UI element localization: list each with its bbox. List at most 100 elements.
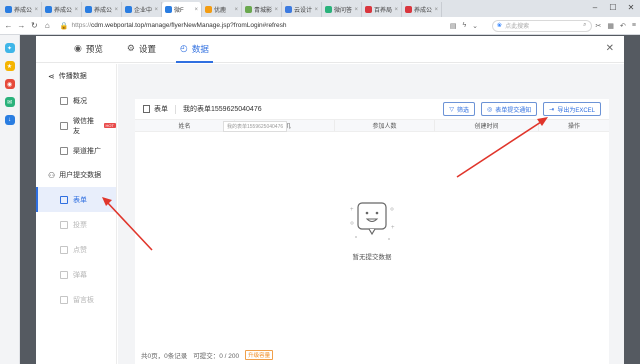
browser-tab[interactable]: 企业中 × bbox=[122, 2, 162, 17]
data-modal: ◉ 预览 ⚙ 设置 ◴ 数据 ✕ ⋖ 传播数据 概况 微信推友 HOT 渠道推广 bbox=[36, 36, 624, 364]
sidebar-item-form[interactable]: 表单 bbox=[36, 187, 116, 212]
search-icon[interactable]: ⌕ bbox=[583, 22, 586, 29]
dropdown-icon[interactable]: ⌄ bbox=[472, 22, 478, 30]
close-icon[interactable]: ✕ bbox=[606, 43, 614, 54]
tab-close-icon[interactable]: × bbox=[234, 7, 238, 13]
tab-close-icon[interactable]: × bbox=[354, 7, 358, 13]
browser-sidebar: ✦ ★ ◉ ✉ ↓ bbox=[0, 35, 20, 364]
cut-icon[interactable]: ✂ bbox=[596, 22, 602, 30]
close-window-icon[interactable]: ✕ bbox=[622, 0, 640, 14]
sidebar-item-wechat[interactable]: 微信推友 HOT bbox=[36, 113, 116, 138]
favicon-icon bbox=[85, 6, 92, 13]
tab-preview[interactable]: ◉ 预览 bbox=[62, 35, 115, 62]
table-header: 姓名 手机 参加人数 创建时间 操作 bbox=[135, 119, 609, 132]
favicon-icon bbox=[5, 6, 12, 13]
tab-close-icon[interactable]: × bbox=[74, 7, 78, 13]
sidebar-group-share: ⋖ 传播数据 bbox=[36, 64, 116, 88]
download-icon[interactable]: ↓ bbox=[4, 115, 15, 125]
export-excel-button[interactable]: ⇥ 导出为EXCEL bbox=[543, 102, 601, 116]
sidebar-group-label: 传播数据 bbox=[58, 73, 87, 80]
tab-close-icon[interactable]: × bbox=[114, 7, 118, 13]
tab-close-icon[interactable]: × bbox=[34, 7, 38, 13]
favicon-icon bbox=[285, 6, 292, 13]
tab-close-icon[interactable]: × bbox=[394, 7, 398, 13]
guestbook-icon bbox=[60, 295, 68, 304]
browser-tab[interactable]: 微问答 × bbox=[322, 2, 362, 17]
home-icon[interactable]: ⌂ bbox=[43, 21, 52, 30]
favicon-icon bbox=[365, 6, 372, 13]
column-name: 姓名 bbox=[135, 120, 235, 131]
tab-settings[interactable]: ⚙ 设置 bbox=[115, 35, 168, 62]
browser-tab[interactable]: 养成公 × bbox=[82, 2, 122, 17]
browser-tab[interactable]: 青城影 × bbox=[242, 2, 282, 17]
bookmark-icon[interactable]: ✦ bbox=[4, 43, 15, 53]
tab-data[interactable]: ◴ 数据 bbox=[168, 35, 221, 63]
grid-icon[interactable]: ▦ bbox=[607, 22, 614, 30]
eye-icon: ◉ bbox=[74, 43, 82, 53]
column-attendees: 参加人数 bbox=[335, 120, 435, 131]
tab-close-icon[interactable]: × bbox=[434, 7, 438, 13]
history-icon[interactable]: ↶ bbox=[620, 22, 626, 30]
tab-close-icon[interactable]: × bbox=[154, 7, 158, 13]
browser-tab[interactable]: 微F × bbox=[162, 2, 202, 17]
tab-settings-label: 设置 bbox=[138, 43, 156, 54]
star-icon[interactable]: ★ bbox=[4, 61, 15, 71]
sidebar-item-overview[interactable]: 概况 bbox=[36, 88, 116, 113]
notify-icon: ◎ bbox=[487, 106, 493, 113]
form-data-panel: 表单 我的表单1559625040476 ▽ 筛选 ◎ 表单提交通知 ⇥ 导出为… bbox=[135, 99, 609, 364]
sidebar-item-channel[interactable]: 渠道推广 bbox=[36, 138, 116, 163]
address-bar: ← → ↻ ⌂ 🔒 https://cdm.webportal.top/mana… bbox=[0, 17, 640, 35]
maximize-icon[interactable]: ☐ bbox=[604, 0, 622, 14]
tab-close-icon[interactable]: × bbox=[314, 7, 318, 13]
tab-close-icon[interactable]: × bbox=[274, 7, 278, 13]
browser-tab[interactable]: 养成公 × bbox=[402, 2, 442, 17]
upgrade-capacity-button[interactable]: 升级容量 bbox=[245, 350, 274, 360]
sidebar-item-label: 留言板 bbox=[73, 296, 94, 304]
browser-tab-label: 企业中 bbox=[134, 8, 153, 14]
sidebar-item-label: 渠道推广 bbox=[73, 147, 101, 155]
empty-chat-icon: + + bbox=[350, 202, 395, 240]
back-icon[interactable]: ← bbox=[4, 21, 13, 30]
sidebar-group-user: ⚇ 用户提交数据 bbox=[36, 163, 116, 187]
form-icon bbox=[60, 195, 68, 204]
notify-button-label: 表单提交通知 bbox=[495, 107, 532, 114]
favicon-icon bbox=[245, 6, 252, 13]
browser-tab[interactable]: 养成公 × bbox=[42, 2, 82, 17]
favicon-icon bbox=[45, 6, 52, 13]
reader-icon[interactable]: ▤ bbox=[450, 22, 457, 30]
weibo-icon[interactable]: ◉ bbox=[4, 79, 15, 89]
browser-tab-label: 养成公 bbox=[14, 8, 33, 14]
modal-header: ◉ 预览 ⚙ 设置 ◴ 数据 ✕ bbox=[36, 36, 624, 63]
mail-icon[interactable]: ✉ bbox=[4, 97, 15, 107]
sidebar-item-guestbook[interactable]: 留言板 bbox=[36, 287, 116, 312]
browser-tab-label: 云设计 bbox=[294, 8, 313, 14]
share-icon: ⋖ bbox=[48, 71, 55, 81]
sidebar-item-like[interactable]: 点赞 bbox=[36, 237, 116, 262]
url-field[interactable]: 🔒 https://cdm.webportal.top/manage/flyer… bbox=[60, 19, 440, 32]
browser-tab-label: 养成公 bbox=[54, 8, 73, 14]
bolt-icon[interactable]: ϟ bbox=[462, 22, 466, 30]
favicon-icon bbox=[165, 6, 172, 13]
sidebar-item-vote[interactable]: 投票 bbox=[36, 212, 116, 237]
chart-icon: ◴ bbox=[179, 43, 188, 53]
minimize-icon[interactable]: – bbox=[586, 0, 604, 14]
form-name[interactable]: 我的表单1559625040476 bbox=[183, 104, 262, 114]
gear-icon: ⚙ bbox=[126, 43, 135, 53]
menu-icon[interactable]: ≡ bbox=[632, 22, 636, 30]
favicon-icon bbox=[325, 6, 332, 13]
browser-tab[interactable]: 优鹿 × bbox=[202, 2, 242, 17]
filter-button[interactable]: ▽ 筛选 bbox=[443, 102, 476, 116]
browser-tab-label: 养成公 bbox=[94, 8, 113, 14]
notify-button[interactable]: ◎ 表单提交通知 bbox=[481, 102, 538, 116]
browser-tab-label: 百养局 bbox=[374, 8, 393, 14]
empty-state-text: 暂无提交数据 bbox=[352, 254, 392, 261]
forward-icon[interactable]: → bbox=[17, 21, 26, 30]
search-input[interactable]: ❀ 点此搜索 ⌕ bbox=[492, 19, 592, 32]
browser-tab[interactable]: 百养局 × bbox=[362, 2, 402, 17]
panel-footer: 共0页，0条记录 可提交：0 / 200 升级容量 bbox=[135, 346, 609, 364]
reload-icon[interactable]: ↻ bbox=[30, 21, 39, 30]
tab-close-icon[interactable]: × bbox=[194, 7, 198, 13]
sidebar-item-danmaku[interactable]: 弹幕 bbox=[36, 262, 116, 287]
browser-tab[interactable]: 云设计 × bbox=[282, 2, 322, 17]
browser-tab[interactable]: 养成公 × bbox=[2, 2, 42, 17]
